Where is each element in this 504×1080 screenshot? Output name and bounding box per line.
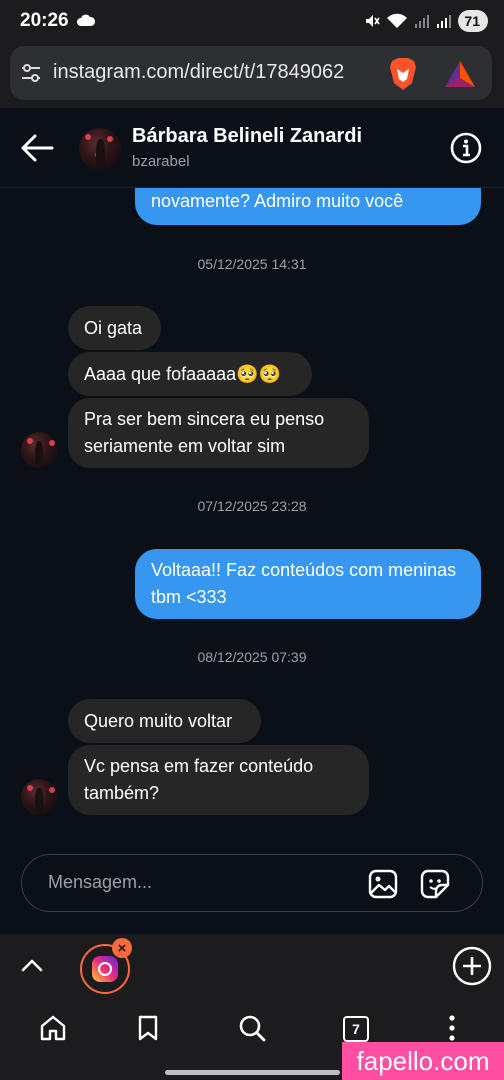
status-bar: 20:26 71	[0, 0, 504, 42]
message-received[interactable]: Oi gata	[68, 306, 161, 350]
message-received[interactable]: Vc pensa em fazer conteúdo também?	[68, 745, 369, 815]
avatar[interactable]	[21, 779, 57, 815]
contact-name[interactable]: Bárbara Belineli Zanardi	[132, 125, 362, 148]
close-tab-icon[interactable]: ×	[112, 938, 132, 958]
rewards-icon[interactable]	[444, 60, 476, 88]
instagram-icon	[92, 956, 118, 982]
message-received[interactable]: Pra ser bem sincera eu penso seriamente …	[68, 398, 369, 468]
chevron-up-icon[interactable]	[20, 954, 44, 976]
back-arrow-icon[interactable]	[20, 133, 54, 163]
watermark: fapello.com	[342, 1042, 504, 1080]
status-icons: 71	[364, 10, 488, 32]
message-received[interactable]: Quero muito voltar	[68, 699, 261, 743]
brave-shields-icon[interactable]	[388, 57, 418, 91]
sticker-icon[interactable]	[420, 869, 450, 899]
battery-level: 71	[464, 13, 480, 29]
message-text: Voltaaa!! Faz conteúdos com meninas tbm …	[151, 560, 457, 607]
gallery-icon[interactable]	[368, 869, 398, 899]
tab-count: 7	[352, 1021, 360, 1037]
tab-count-button[interactable]: 7	[343, 1016, 369, 1042]
contact-username: bzarabel	[132, 153, 190, 170]
message-text: novamente? Admiro muito você	[151, 191, 404, 211]
battery-icon: 71	[458, 10, 488, 32]
message-text: Aaaa que fofaaaaa🥺🥺	[84, 363, 281, 384]
cloud-icon	[77, 14, 95, 26]
message-received[interactable]: Aaaa que fofaaaaa🥺🥺	[68, 352, 312, 396]
message-thread[interactable]: novamente? Admiro muito você 05/12/2025 …	[0, 188, 504, 850]
message-text: Pra ser bem sincera eu penso seriamente …	[84, 409, 325, 456]
message-composer[interactable]: Mensagem...	[21, 854, 483, 912]
mute-icon	[366, 15, 381, 27]
message-text: Quero muito voltar	[84, 710, 233, 731]
url-bar[interactable]: instagram.com/direct/t/17849062	[10, 46, 492, 100]
message-input[interactable]: Mensagem...	[48, 872, 152, 893]
site-settings-icon[interactable]	[20, 63, 42, 83]
signal-icon	[415, 15, 430, 28]
timestamp: 05/12/2025 14:31	[197, 256, 307, 272]
wifi-icon	[387, 13, 408, 28]
more-menu-icon[interactable]	[438, 1014, 466, 1042]
message-text: Vc pensa em fazer conteúdo também?	[84, 756, 314, 803]
browser-toolbar: instagram.com/direct/t/17849062	[0, 42, 504, 108]
chat-header: Bárbara Belineli Zanardi bzarabel	[0, 108, 504, 188]
gesture-bar[interactable]	[165, 1070, 340, 1075]
timestamp: 08/12/2025 07:39	[197, 649, 307, 665]
bookmark-icon[interactable]	[134, 1014, 162, 1042]
search-icon[interactable]	[238, 1014, 266, 1042]
message-sent[interactable]: Voltaaa!! Faz conteúdos com meninas tbm …	[135, 549, 481, 619]
info-icon[interactable]	[450, 132, 482, 164]
signal-icon	[437, 15, 452, 28]
message-sent[interactable]: novamente? Admiro muito você	[135, 188, 481, 225]
new-tab-icon[interactable]	[452, 946, 492, 986]
avatar[interactable]	[79, 128, 121, 170]
timestamp: 07/12/2025 23:28	[197, 498, 307, 514]
avatar[interactable]	[21, 432, 57, 468]
status-time: 20:26	[20, 10, 69, 31]
url-text[interactable]: instagram.com/direct/t/17849062	[53, 61, 383, 84]
home-icon[interactable]	[39, 1014, 67, 1042]
message-text: Oi gata	[84, 317, 143, 338]
